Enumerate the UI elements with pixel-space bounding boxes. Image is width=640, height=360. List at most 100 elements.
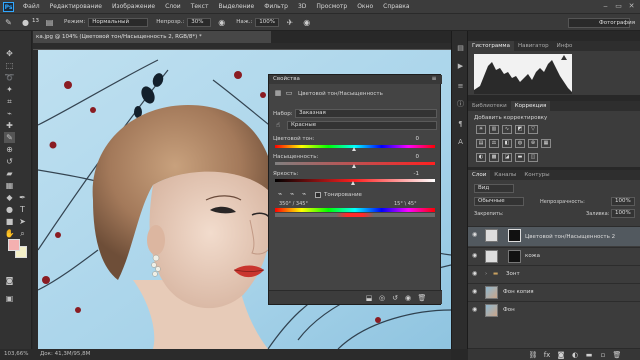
black-white-icon[interactable]: ◧ [502, 139, 512, 148]
levels-icon[interactable]: ▥ [489, 125, 499, 134]
visibility-eye-icon[interactable]: ◉ [472, 252, 480, 260]
layer-opacity-field[interactable]: 100% [611, 197, 635, 206]
tab-adjustments[interactable]: Коррекция [510, 101, 551, 111]
threshold-icon[interactable]: ◪ [502, 153, 512, 162]
tab-libraries[interactable]: Библиотеки [468, 101, 511, 111]
clip-to-layer-icon[interactable]: ⬓ [364, 293, 374, 303]
layer-name[interactable]: Зонт [506, 271, 520, 277]
zoom-readout[interactable]: 103,66% [4, 349, 28, 360]
foreground-color-swatch[interactable] [8, 239, 20, 251]
hue-slider-thumb[interactable] [352, 147, 356, 151]
fill-field[interactable]: 100% [611, 209, 635, 218]
brush-tool-icon[interactable]: ✎ [4, 132, 15, 143]
visibility-eye-icon[interactable]: ◉ [472, 231, 480, 239]
eyedropper-tool-icon[interactable]: ⌁ [4, 108, 15, 119]
pressure-opacity-icon[interactable]: ◉ [216, 17, 227, 28]
layer-name[interactable]: Фон копия [503, 289, 534, 295]
visibility-icon[interactable]: ◉ [403, 293, 413, 303]
brightness-contrast-icon[interactable]: ☀ [476, 125, 486, 134]
exposure-icon[interactable]: ◩ [515, 125, 525, 134]
channel-select[interactable]: Красные [287, 121, 437, 130]
menu-view[interactable]: Просмотр [311, 3, 352, 10]
lightness-value[interactable]: -1 [399, 171, 419, 177]
healing-tool-icon[interactable]: ✚ [4, 120, 15, 131]
selective-color-icon[interactable]: ◫ [528, 153, 538, 162]
actions-panel-icon[interactable]: ▶ [455, 61, 466, 72]
history-brush-tool-icon[interactable]: ↺ [4, 156, 15, 167]
marquee-tool-icon[interactable]: ⬚ [4, 60, 15, 71]
vibrance-icon[interactable]: ▽ [528, 125, 538, 134]
opacity-field[interactable]: 30% [187, 17, 212, 27]
delete-icon[interactable]: 🗑 [417, 293, 427, 303]
new-group-icon[interactable]: ▬ [584, 350, 594, 360]
preset-select[interactable]: Заказная [295, 109, 437, 118]
lightness-slider[interactable] [275, 179, 435, 182]
brush-panel-icon[interactable]: ▤ [44, 17, 55, 28]
quick-mask-icon[interactable]: ◙ [4, 275, 15, 286]
gradient-tool-icon[interactable]: ▦ [4, 180, 15, 191]
tab-histogram[interactable]: Гистограмма [468, 41, 514, 51]
menu-layers[interactable]: Слои [160, 3, 186, 10]
menu-image[interactable]: Изображение [107, 3, 160, 10]
eraser-tool-icon[interactable]: ▰ [4, 168, 15, 179]
lightness-slider-thumb[interactable] [351, 181, 355, 185]
properties-title[interactable]: Свойства [269, 75, 442, 84]
hand-tool-icon[interactable]: ✋ [4, 228, 15, 239]
layer-row[interactable]: ◉ Фон [468, 301, 640, 318]
layer-row[interactable]: ◉ кожа [468, 247, 640, 264]
pen-tool-icon[interactable]: ✒ [17, 192, 28, 203]
brush-tool-preset-icon[interactable]: ✎ [3, 17, 14, 28]
layer-row[interactable]: ◉ Цветовой тон/Насыщенность 2 [468, 226, 640, 246]
workspace-select[interactable]: Фотография [568, 18, 635, 28]
mask-thumb[interactable] [508, 250, 521, 263]
hue-saturation-icon[interactable]: ▤ [476, 139, 486, 148]
menu-type[interactable]: Текст [186, 3, 214, 10]
mask-icon[interactable]: ▭ [284, 88, 294, 98]
link-layers-icon[interactable]: ⛓ [528, 350, 538, 360]
menu-help[interactable]: Справка [378, 3, 414, 10]
visibility-eye-icon[interactable]: ◉ [472, 306, 480, 314]
mode-select[interactable]: Нормальный [88, 17, 149, 27]
menu-3d[interactable]: 3D [293, 3, 311, 10]
reset-icon[interactable]: ↺ [390, 293, 400, 303]
tab-layers[interactable]: Слои [468, 170, 491, 180]
colorize-checkbox[interactable] [315, 192, 321, 198]
lasso-tool-icon[interactable]: ➰ [4, 72, 15, 83]
type-tool-icon[interactable]: T [17, 204, 28, 215]
menu-filter[interactable]: Фильтр [259, 3, 293, 10]
warning-icon[interactable] [561, 55, 567, 60]
menu-edit[interactable]: Редактирование [45, 3, 107, 10]
color-balance-icon[interactable]: ⚖ [489, 139, 499, 148]
document-tab[interactable]: ка.jpg @ 104% (Цветовой тон/Насыщенность… [33, 31, 271, 43]
crop-tool-icon[interactable]: ⌗ [4, 96, 15, 107]
layer-row[interactable]: ◉ Фон копия [468, 283, 640, 300]
flow-field[interactable]: 100% [255, 17, 280, 27]
paragraph-panel-icon[interactable]: ¶ [455, 119, 466, 130]
hand-adjust-icon[interactable]: ☝ [273, 120, 283, 130]
hue-value[interactable]: 0 [399, 136, 420, 142]
close-button[interactable]: ✕ [627, 2, 636, 10]
tab-paths[interactable]: Контуры [520, 170, 553, 180]
posterize-icon[interactable]: ▩ [489, 153, 499, 162]
color-lookup-icon[interactable]: ▦ [541, 139, 551, 148]
shape-tool-icon[interactable]: ■ [4, 216, 15, 227]
zoom-tool-icon[interactable]: ⌕ [17, 228, 28, 239]
saturation-value[interactable]: 0 [399, 154, 420, 160]
curves-icon[interactable]: ∿ [502, 125, 512, 134]
brush-preview-icon[interactable]: ● [20, 17, 31, 28]
panel-menu-icon[interactable]: ≡ [429, 74, 439, 84]
history-panel-icon[interactable]: ▤ [455, 43, 466, 54]
airbrush-icon[interactable]: ✈ [284, 17, 295, 28]
eyedropper-minus-icon[interactable]: ⌁ [299, 189, 309, 199]
move-tool-icon[interactable]: ✥ [4, 48, 15, 59]
info-panel-icon[interactable]: ⓘ [455, 99, 466, 110]
eyedropper-plus-icon[interactable]: ⌁ [287, 189, 297, 199]
clone-stamp-tool-icon[interactable]: ⊕ [4, 144, 15, 155]
quick-select-tool-icon[interactable]: ✦ [4, 84, 15, 95]
invert-icon[interactable]: ◐ [476, 153, 486, 162]
menu-file[interactable]: Файл [18, 3, 45, 10]
character-panel-icon[interactable]: A [455, 137, 466, 148]
layer-row[interactable]: ◉ › ▬ Зонт [468, 265, 640, 282]
minimize-button[interactable]: ‒ [601, 2, 610, 10]
delete-layer-icon[interactable]: 🗑 [612, 350, 622, 360]
